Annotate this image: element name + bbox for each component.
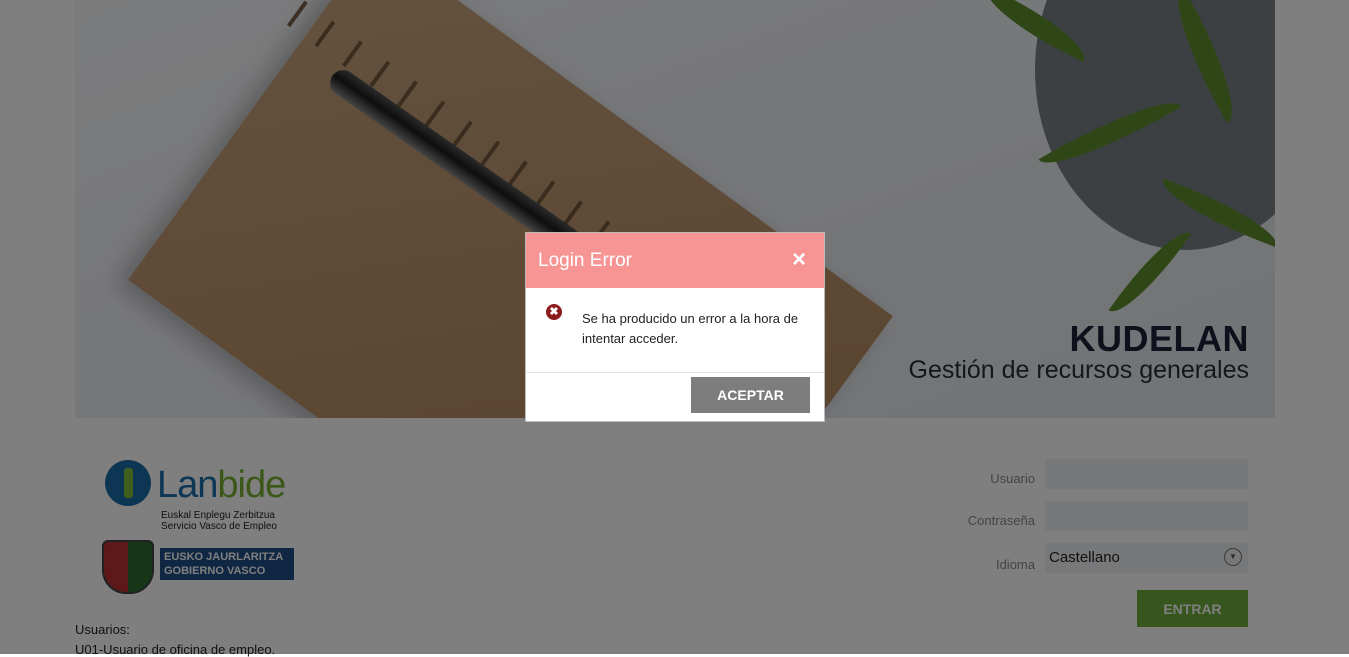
error-message: Se ha producido un error a la hora de in… xyxy=(582,311,799,346)
dialog-title: Login Error xyxy=(538,250,632,271)
aceptar-button[interactable]: ACEPTAR xyxy=(691,377,810,413)
login-error-dialog: Login Error × ✖ Se ha producido un error… xyxy=(525,232,825,422)
error-icon: ✖ xyxy=(546,304,562,320)
dialog-divider xyxy=(526,372,824,373)
dialog-header: Login Error × xyxy=(526,233,824,288)
close-icon[interactable]: × xyxy=(788,248,810,272)
